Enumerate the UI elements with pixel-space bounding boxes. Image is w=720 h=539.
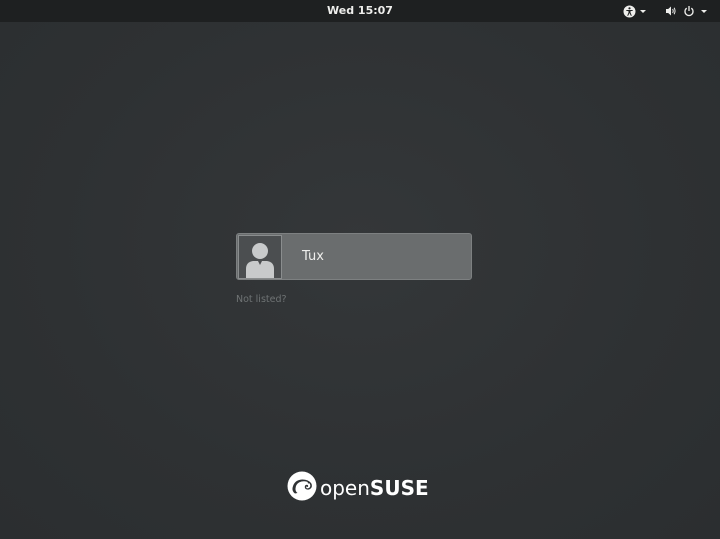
login-screen: Wed 15:07 Tux Not listed? openSUSE	[0, 0, 720, 539]
opensuse-logo: openSUSE	[287, 471, 429, 505]
logo-text: openSUSE	[320, 472, 429, 504]
logo-text-suse: SUSE	[369, 476, 429, 500]
accessibility-icon	[623, 5, 636, 18]
top-bar: Wed 15:07	[0, 0, 720, 22]
user-item-tux[interactable]: Tux	[236, 233, 472, 280]
clock-label: Wed 15:07	[327, 4, 393, 17]
logo-text-open: open	[320, 476, 370, 500]
user-list: Tux Not listed?	[236, 233, 474, 306]
accessibility-menu[interactable]	[623, 0, 646, 22]
power-icon	[683, 5, 695, 17]
chevron-down-icon	[701, 10, 707, 13]
chevron-down-icon	[640, 10, 646, 13]
default-user-avatar-icon	[238, 234, 282, 279]
not-listed-link[interactable]: Not listed?	[236, 294, 287, 305]
user-name: Tux	[302, 249, 324, 264]
system-menu[interactable]	[665, 0, 707, 22]
opensuse-chameleon-icon	[287, 471, 317, 505]
clock[interactable]: Wed 15:07	[0, 0, 720, 22]
volume-icon	[665, 5, 677, 17]
